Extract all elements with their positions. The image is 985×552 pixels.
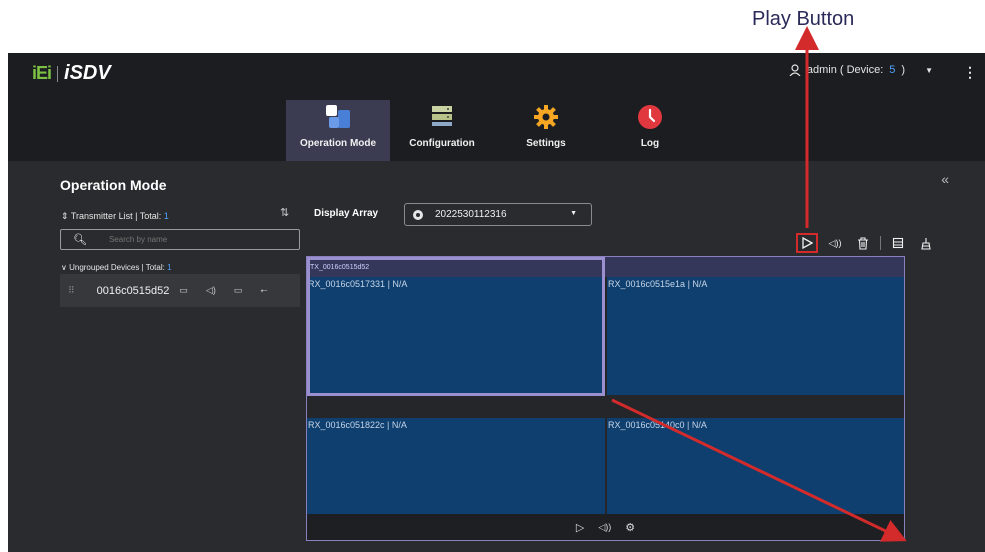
- sort-toggle-icon: ⇕: [61, 211, 69, 221]
- speaker-icon[interactable]: ◁)): [598, 522, 611, 533]
- chevron-down-icon: ▼: [570, 210, 577, 217]
- collapse-panel-icon[interactable]: «: [941, 171, 949, 187]
- transmitter-list-label: Transmitter List | Total:: [70, 211, 164, 221]
- main-content: Operation Mode « ⇕ Transmitter List | To…: [8, 161, 985, 552]
- column-divider: [605, 277, 607, 514]
- tab-label: Configuration: [409, 138, 475, 149]
- brand-logo: iEi iSDV: [32, 62, 111, 85]
- log-clock-icon: [638, 105, 662, 129]
- play-button-annotation-label: Play Button: [752, 8, 855, 30]
- configuration-icon: [432, 106, 452, 126]
- search-icon: 🔍︎: [73, 234, 87, 246]
- group-header[interactable]: ∨ Ungrouped Devices | Total: 1: [61, 263, 172, 272]
- cell-label: RX_0016c051822c | N/A: [308, 420, 407, 430]
- layout-button[interactable]: [887, 233, 909, 253]
- user-suffix: ): [901, 64, 906, 76]
- user-menu[interactable]: admin ( Device: 5 ) ▼: [789, 64, 933, 76]
- display-cell[interactable]: RX_0016c051822c | N/A: [307, 418, 605, 514]
- list-item[interactable]: ⠿ 0016c0515d52 ▭ ◁) ▭ ⭠: [60, 274, 300, 307]
- more-menu-icon[interactable]: ⋮: [963, 64, 977, 81]
- trash-icon: [858, 236, 868, 250]
- search-box[interactable]: 🔍︎: [60, 229, 300, 250]
- chevron-down-icon[interactable]: ▼: [925, 66, 933, 75]
- group-total: 1: [167, 263, 172, 272]
- display-array-label: Display Array: [314, 208, 379, 219]
- usb-icon[interactable]: ⭠: [260, 285, 267, 296]
- top-bar: iEi iSDV admin ( Device: 5 ) ▼ ⋮: [8, 53, 985, 93]
- transmitter-list-title[interactable]: ⇕ Transmitter List | Total: 1: [61, 211, 169, 222]
- radio-icon: [413, 209, 423, 220]
- toolbar-divider: [880, 236, 881, 250]
- chevron-down-icon: ∨: [61, 263, 67, 272]
- selection-frame[interactable]: [307, 257, 605, 396]
- display-array-select[interactable]: 2022530112316 ▼: [404, 203, 592, 226]
- tab-settings[interactable]: Settings: [494, 100, 598, 161]
- display-array-value: 2022530112316: [435, 209, 507, 220]
- cell-label: RX_0016c05140c0 | N/A: [608, 420, 707, 430]
- gear-icon[interactable]: ⚙: [625, 521, 635, 534]
- operation-mode-icon: [326, 105, 350, 128]
- cast-icon[interactable]: ▭: [179, 285, 188, 296]
- layout-icon: [892, 237, 904, 249]
- audio-button[interactable]: ◁)): [824, 233, 846, 253]
- play-icon: [802, 237, 813, 249]
- page-title: Operation Mode: [60, 177, 167, 193]
- speaker-icon: ◁)): [828, 237, 842, 248]
- user-label: admin ( Device:: [806, 64, 884, 76]
- group-label: Ungrouped Devices | Total:: [69, 263, 168, 272]
- speaker-icon[interactable]: ◁): [206, 285, 216, 296]
- delete-button[interactable]: [852, 233, 874, 253]
- tab-operation-mode[interactable]: Operation Mode: [286, 100, 390, 161]
- clear-button[interactable]: [915, 233, 937, 253]
- grid-controls: ▷ ◁)) ⚙: [307, 514, 904, 540]
- sort-icon[interactable]: ⇅: [280, 206, 289, 219]
- play-icon[interactable]: ▷: [576, 521, 584, 534]
- drag-handle-icon[interactable]: ⠿: [68, 285, 75, 296]
- app-window: iEi iSDV admin ( Device: 5 ) ▼ ⋮ Operati…: [8, 53, 985, 552]
- display-array-grid: RX_0016c0517331 | N/A RX_0016c0515e1a | …: [306, 256, 905, 541]
- device-count: 5: [889, 64, 896, 76]
- iei-logo: iEi: [32, 63, 52, 83]
- settings-gear-icon: [534, 105, 558, 129]
- tab-label: Operation Mode: [299, 138, 377, 149]
- tab-label: Log: [640, 138, 660, 149]
- display-toolbar: ◁)): [796, 233, 943, 253]
- cell-label: RX_0016c0515e1a | N/A: [608, 279, 708, 289]
- transmitter-total: 1: [163, 211, 169, 221]
- isdv-logo: iSDV: [64, 62, 111, 84]
- logo-divider: [57, 65, 59, 82]
- hdmi-icon[interactable]: ▭: [234, 285, 243, 296]
- display-cell[interactable]: RX_0016c05140c0 | N/A: [607, 418, 904, 514]
- play-button[interactable]: [796, 233, 818, 253]
- display-cell[interactable]: RX_0016c0515e1a | N/A: [607, 277, 904, 395]
- tab-log[interactable]: Log: [598, 100, 702, 161]
- tab-configuration[interactable]: Configuration: [390, 100, 494, 161]
- search-input[interactable]: [108, 235, 269, 244]
- tab-label: Settings: [526, 138, 566, 149]
- main-nav: Operation Mode Configuration Settings Lo…: [8, 93, 985, 161]
- broom-icon: [921, 237, 931, 250]
- device-name: 0016c0515d52: [96, 284, 170, 297]
- user-icon: [789, 64, 801, 76]
